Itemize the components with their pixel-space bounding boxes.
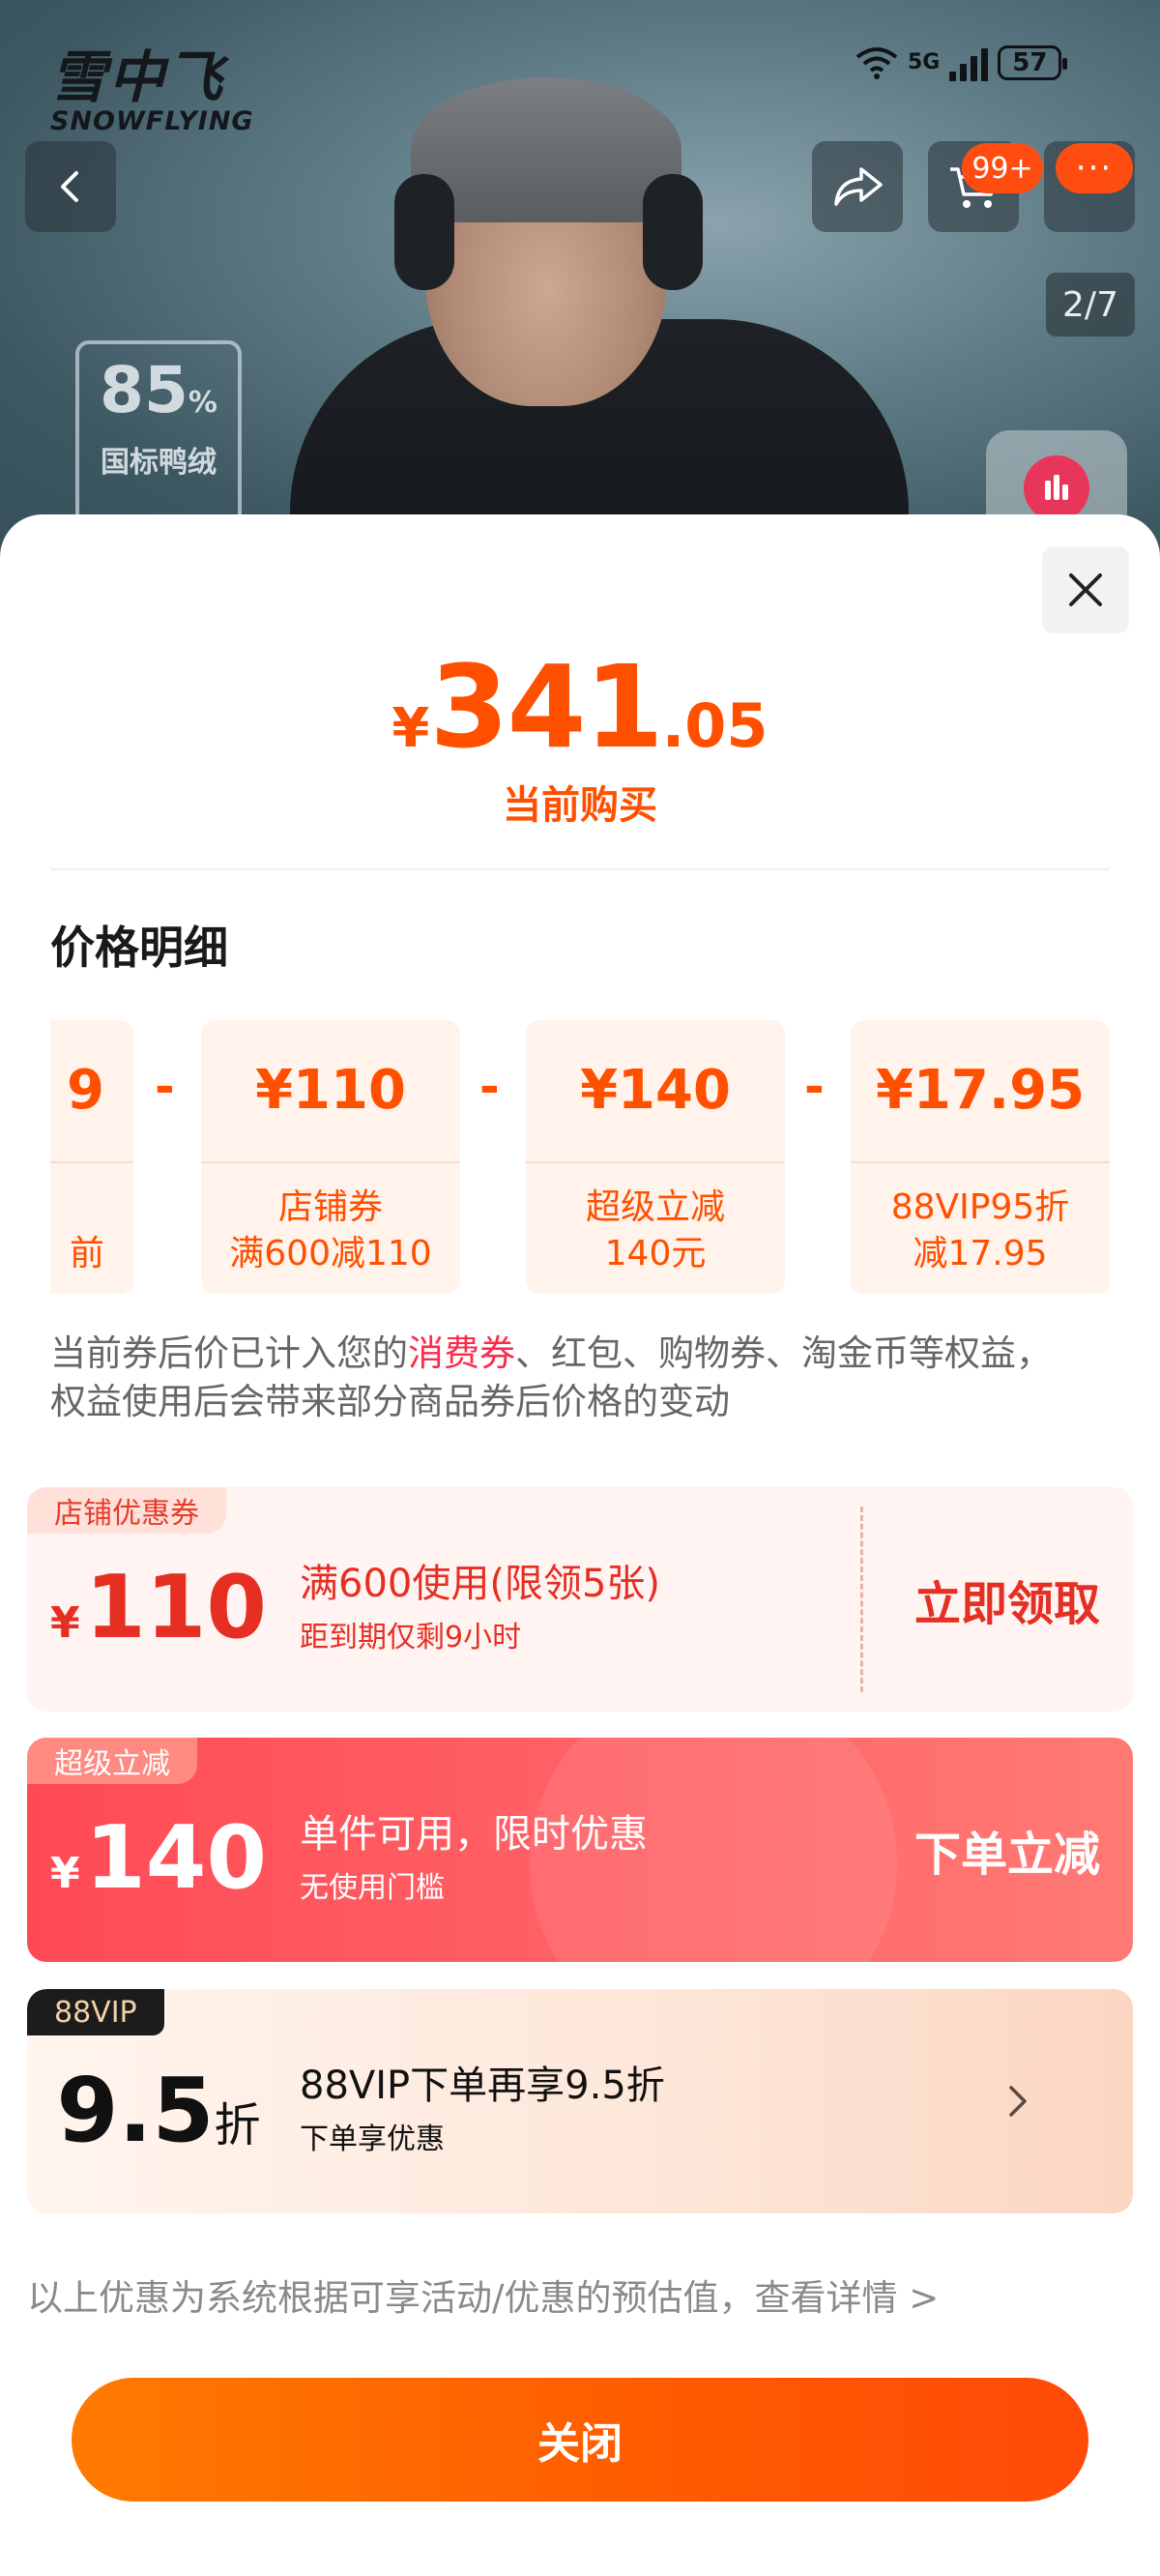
formula-card-original: 9 前 bbox=[50, 1020, 133, 1294]
down-badge-text: 国标鸭绒 bbox=[101, 446, 217, 480]
formula-desc-1 bbox=[50, 1185, 104, 1231]
formula-amount: ¥17.95 bbox=[851, 1020, 1110, 1163]
chevron-right-icon[interactable] bbox=[1005, 1989, 1030, 2213]
brand-subtitle: SNOWFLYING bbox=[50, 106, 254, 136]
order-discount-label[interactable]: 下单立减 bbox=[914, 1738, 1100, 1962]
view-details-link[interactable]: 以上优惠为系统根据可享活动/优惠的预估值，查看详情 > bbox=[27, 2269, 939, 2321]
formula-desc-2: 140元 bbox=[604, 1234, 707, 1273]
coupon-info: 单件可用，限时优惠 无使用门槛 bbox=[300, 1807, 648, 1916]
battery-level: 57 bbox=[1012, 48, 1048, 77]
coupon-subtitle: 距到期仅剩9小时 bbox=[300, 1621, 522, 1654]
coupon-subtitle: 无使用门槛 bbox=[300, 1871, 445, 1905]
minus-sign: - bbox=[155, 1059, 175, 1115]
coupon-amount: 9.5 bbox=[56, 2059, 215, 2162]
formula-amount: 9 bbox=[50, 1020, 133, 1163]
network-type: 5G bbox=[908, 50, 941, 74]
minus-sign: - bbox=[479, 1059, 500, 1115]
coupon-value: ¥ 110 bbox=[27, 1557, 290, 1658]
wifi-icon bbox=[856, 45, 898, 80]
section-title: 价格明细 bbox=[50, 922, 228, 974]
coupon-title: 满600使用(限领5张) bbox=[300, 1562, 661, 1606]
down-percent: 85 bbox=[100, 353, 188, 427]
status-bar: 5G 57 bbox=[856, 44, 1068, 81]
coupon-title: 88VIP下单再享9.5折 bbox=[300, 2064, 665, 2108]
coupon-subtitle: 下单享优惠 bbox=[300, 2122, 445, 2156]
price-formula[interactable]: 9 前 - ¥110 店铺券满600减110 - ¥140 超级立减 140元 -… bbox=[50, 1020, 1110, 1294]
claim-coupon-button[interactable]: 立即领取 bbox=[914, 1487, 1100, 1712]
share-icon bbox=[834, 167, 883, 206]
vip-discount-card[interactable]: 88VIP 9.5折 88VIP下单再享9.5折 下单享优惠 bbox=[27, 1989, 1133, 2213]
close-sheet-button[interactable] bbox=[1042, 546, 1129, 633]
coupon-value: 9.5折 bbox=[27, 2059, 290, 2162]
formula-desc-2: 减17.95 bbox=[913, 1234, 1048, 1273]
coupon-info: 88VIP下单再享9.5折 下单享优惠 bbox=[300, 2059, 665, 2167]
formula-amount: ¥140 bbox=[526, 1020, 785, 1163]
battery-icon: 57 bbox=[998, 45, 1068, 80]
cart-badge: 99+ bbox=[962, 143, 1043, 193]
price-currency: ¥ bbox=[392, 697, 430, 760]
formula-card-super-discount: ¥140 超级立减 140元 bbox=[526, 1020, 785, 1294]
price-decimal: .05 bbox=[661, 690, 768, 761]
formula-desc-1: 88VIP95折 bbox=[890, 1187, 1070, 1227]
coupon-tag: 店铺优惠券 bbox=[27, 1487, 226, 1534]
share-button[interactable] bbox=[812, 141, 903, 232]
formula-card-88vip: ¥17.95 88VIP95折 减17.95 bbox=[851, 1020, 1110, 1294]
coupon-divider bbox=[860, 1507, 863, 1692]
coupon-value: ¥ 140 bbox=[27, 1807, 290, 1909]
image-counter: 2/7 bbox=[1046, 273, 1135, 337]
coupon-currency: ¥ bbox=[49, 1849, 80, 1898]
more-badge[interactable]: ··· bbox=[1056, 143, 1133, 193]
product-photo[interactable]: 雪中飞 SNOWFLYING 5G 57 99+ ··· 2/7 85% 国标鸭… bbox=[0, 0, 1160, 561]
consumer-coupon-link[interactable]: 消费券 bbox=[408, 1332, 515, 1374]
price-label: 当前购买 bbox=[503, 783, 657, 828]
formula-desc-2: 前 bbox=[69, 1234, 104, 1273]
brand-logo: 雪中飞 SNOWFLYING bbox=[50, 48, 254, 136]
down-percent-unit: % bbox=[188, 386, 218, 420]
formula-desc-1: 店铺券 bbox=[277, 1187, 383, 1227]
signal-icon bbox=[949, 44, 989, 81]
coupon-currency: ¥ bbox=[49, 1598, 80, 1648]
down-content-badge: 85% 国标鸭绒 bbox=[75, 340, 242, 534]
note-suffix: 、红包、购物券、淘金币等权益， bbox=[515, 1332, 1052, 1374]
minus-sign: - bbox=[804, 1059, 825, 1115]
coupon-unit: 折 bbox=[214, 2098, 261, 2152]
coupon-title: 单件可用，限时优惠 bbox=[300, 1812, 648, 1857]
chevron-left-icon bbox=[61, 171, 78, 202]
note-line2: 权益使用后会带来部分商品券后价格的变动 bbox=[50, 1381, 730, 1422]
close-button[interactable]: 关闭 bbox=[72, 2378, 1088, 2502]
bars-icon bbox=[1024, 455, 1089, 521]
coupon-tag: 88VIP bbox=[27, 1989, 164, 2035]
coupon-tag: 超级立减 bbox=[27, 1738, 197, 1784]
coupon-amount: 140 bbox=[85, 1807, 268, 1909]
price-integer: 341 bbox=[429, 640, 663, 774]
super-discount-card[interactable]: 超级立减 ¥ 140 单件可用，限时优惠 无使用门槛 下单立减 bbox=[27, 1738, 1133, 1962]
back-button[interactable] bbox=[25, 141, 116, 232]
formula-amount: ¥110 bbox=[201, 1020, 460, 1163]
brand-name: 雪中飞 bbox=[50, 44, 225, 110]
formula-card-shop-coupon: ¥110 店铺券满600减110 bbox=[201, 1020, 460, 1294]
divider bbox=[50, 868, 1110, 870]
shop-coupon-card[interactable]: 店铺优惠券 ¥ 110 满600使用(限领5张) 距到期仅剩9小时 立即领取 bbox=[27, 1487, 1133, 1712]
price-note: 当前券后价已计入您的消费券、红包、购物券、淘金币等权益， 权益使用后会带来部分商… bbox=[50, 1330, 1114, 1426]
headphone-right bbox=[643, 174, 703, 290]
formula-desc-2: 满600减110 bbox=[229, 1234, 432, 1273]
current-price: ¥341.05 bbox=[0, 640, 1160, 774]
formula-desc-1: 超级立减 bbox=[585, 1187, 725, 1227]
coupon-amount: 110 bbox=[85, 1557, 268, 1658]
coupon-info: 满600使用(限领5张) 距到期仅剩9小时 bbox=[300, 1557, 660, 1665]
note-prefix: 当前券后价已计入您的 bbox=[50, 1332, 408, 1374]
close-icon bbox=[1069, 573, 1102, 606]
headphone-left bbox=[394, 174, 454, 290]
